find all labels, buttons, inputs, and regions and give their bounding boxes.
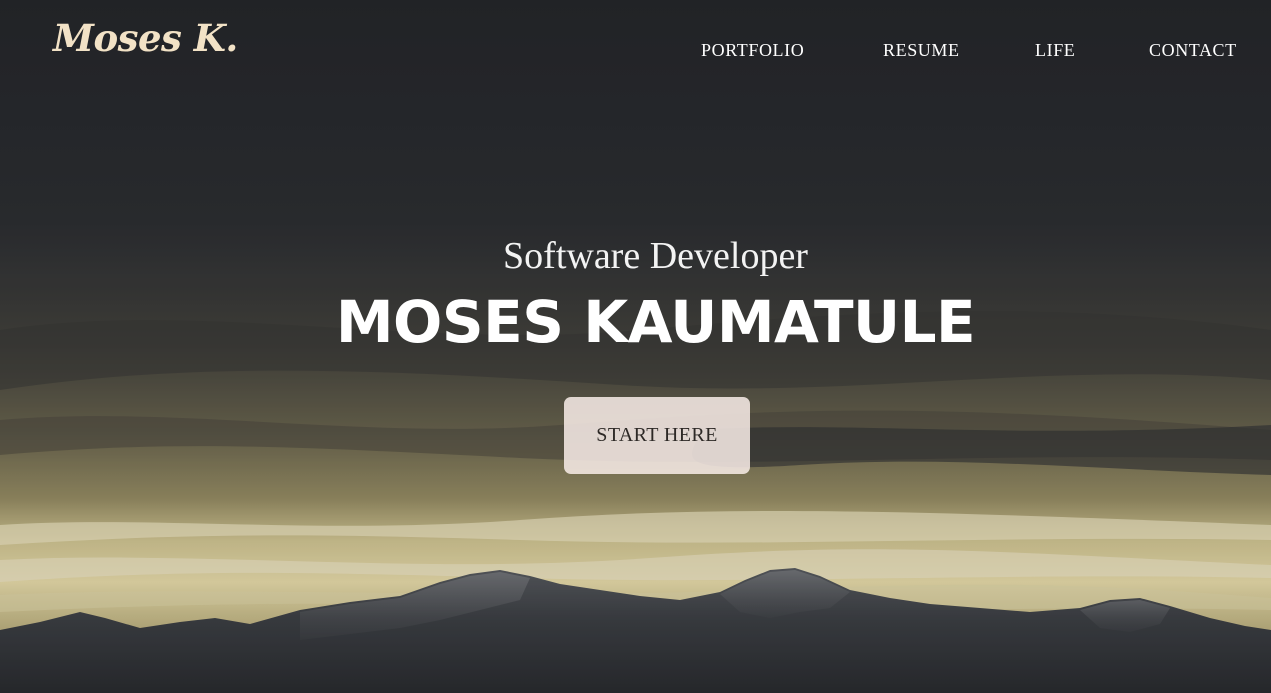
main-nav: PORTFOLIO RESUME LIFE CONTACT [0, 38, 1271, 62]
hero-section: Moses K. PORTFOLIO RESUME LIFE CONTACT S… [0, 0, 1271, 693]
nav-link-life[interactable]: LIFE [1035, 38, 1075, 62]
hero-subtitle: Software Developer [503, 235, 808, 277]
nav-link-portfolio[interactable]: PORTFOLIO [701, 38, 804, 62]
hero-name: MOSES KAUMATULE [335, 288, 976, 356]
hero-heading-group: Software Developer MOSES KAUMATULE [0, 230, 1271, 362]
nav-link-contact[interactable]: CONTACT [1149, 38, 1237, 62]
start-here-button[interactable]: START HERE [564, 397, 750, 474]
nav-link-resume[interactable]: RESUME [883, 38, 960, 62]
